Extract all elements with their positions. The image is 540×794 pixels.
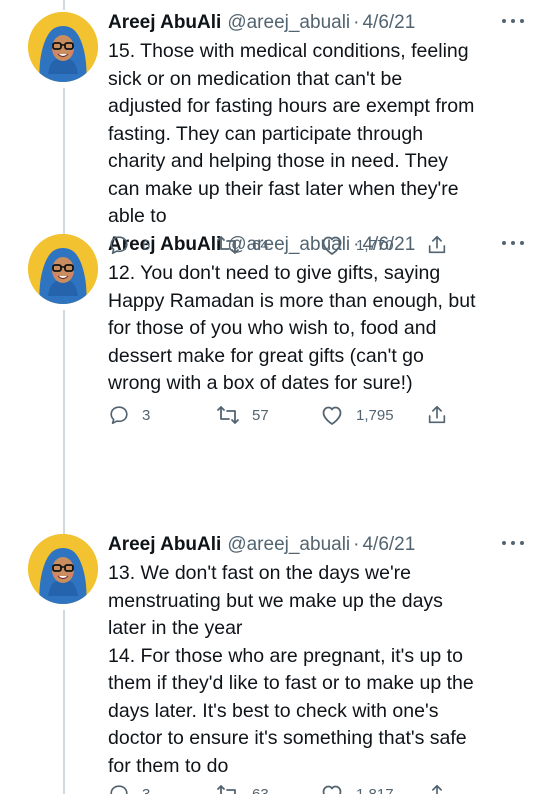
tweet-text-line: 13. We don't fast on the days we're — [108, 562, 412, 584]
retweet-icon — [216, 404, 240, 426]
like-button[interactable]: 1,795 — [320, 402, 394, 428]
share-icon — [426, 783, 448, 794]
share-icon — [426, 234, 448, 256]
tweet-text-line: 12. You don't need to give gifts, saying — [108, 262, 441, 284]
avatar[interactable] — [28, 12, 98, 82]
like-count: 1,817 — [356, 785, 394, 794]
tweet-text: 15. Those with medical conditions, feeli… — [108, 38, 526, 231]
tweet-header: Areej AbuAli @areej_abuali · 4/6/21 — [108, 530, 526, 560]
reply-icon — [108, 783, 130, 794]
tweet-text-line: can make up their fast later when they'r… — [108, 177, 459, 200]
tweet-text-line: 14. For those who are pregnant, it's up … — [108, 644, 463, 667]
retweet-icon — [216, 783, 240, 794]
tweet-text-line: adjusted for fasting hours are exempt fr… — [108, 95, 475, 117]
tweet-content: Areej AbuAli @areej_abuali · 4/6/21 13. … — [108, 530, 526, 780]
avatar[interactable] — [28, 234, 98, 304]
retweet-count: 57 — [252, 406, 269, 424]
retweet-count: 64 — [252, 236, 269, 254]
retweet-button[interactable]: 57 — [216, 402, 269, 428]
tweet-text-line: later in the year — [108, 617, 243, 639]
tweet-text-line: fasting. They can participate through — [108, 122, 424, 145]
tweet-text-line: days later. It's best to check with one'… — [108, 699, 439, 722]
reply-icon — [108, 234, 130, 256]
tweet-text-line: menstruating but we make up the days — [108, 589, 443, 612]
action-bar: 3 63 1,817 — [108, 781, 526, 794]
like-button[interactable]: 1,817 — [320, 781, 394, 794]
display-name[interactable]: Areej AbuAli — [108, 12, 221, 34]
share-icon — [426, 404, 448, 426]
retweet-button[interactable]: 64 — [216, 232, 269, 258]
reply-count: 3 — [142, 406, 151, 424]
tweet-text-line: for them to do — [108, 754, 229, 777]
tweet-text-line: doctor to ensure it's something that's s… — [108, 727, 467, 749]
share-button[interactable] — [426, 402, 448, 428]
user-handle[interactable]: @areej_abuali — [227, 534, 350, 556]
reply-count: 3 — [142, 785, 151, 794]
retweet-count: 63 — [252, 785, 269, 794]
tweet[interactable]: Areej AbuAli @areej_abuali · 4/6/21 13. … — [0, 522, 540, 794]
tweet-text-line: them if they'd like to fast or to make u… — [108, 672, 474, 694]
tweet-date[interactable]: 4/6/21 — [362, 534, 415, 556]
tweet-text-line: sick or on medication that can't be — [108, 67, 403, 90]
tweet-text-line: dessert make for great gifts (can't go — [108, 344, 424, 367]
tweet-text: 12. You don't need to give gifts, saying… — [108, 260, 526, 398]
avatar[interactable] — [28, 534, 98, 604]
separator-dot: · — [353, 534, 360, 555]
retweet-icon — [216, 234, 240, 256]
tweet-text-line: able to — [108, 205, 167, 227]
like-count: 1,795 — [356, 406, 394, 424]
reply-button[interactable]: 6 — [108, 232, 150, 258]
tweet-text-line: wrong with a box of dates for sure!) — [108, 372, 413, 394]
thread-line — [63, 88, 65, 234]
more-icon[interactable] — [502, 19, 524, 27]
like-icon — [320, 234, 344, 256]
tweet-text-line: 15. Those with medical conditions, feeli… — [108, 40, 469, 62]
reply-count: 6 — [142, 236, 151, 254]
like-icon — [320, 404, 344, 426]
tweet-text: 13. We don't fast on the days we're mens… — [108, 560, 526, 780]
like-count: 1,770 — [356, 236, 394, 254]
tweet-content: Areej AbuAli @areej_abuali · 4/6/21 15. … — [108, 8, 526, 231]
tweet-text-line: charity and helping those in need. They — [108, 150, 449, 172]
reply-icon — [108, 404, 130, 426]
tweet-text-line: Happy Ramadan is more than enough, but — [108, 289, 476, 312]
tweet[interactable]: Areej AbuAli @areej_abuali · 4/6/21 12. … — [0, 222, 540, 522]
user-handle[interactable]: @areej_abuali — [227, 12, 350, 34]
share-button[interactable] — [426, 781, 448, 794]
separator-dot: · — [353, 12, 360, 33]
tweet-date[interactable]: 4/6/21 — [362, 12, 415, 34]
display-name[interactable]: Areej AbuAli — [108, 534, 221, 556]
thread-line — [63, 0, 65, 10]
like-button[interactable]: 1,770 — [320, 232, 394, 258]
action-bar: 3 57 1,795 — [108, 402, 526, 428]
reply-button[interactable]: 3 — [108, 402, 150, 428]
retweet-button[interactable]: 63 — [216, 781, 269, 794]
more-icon[interactable] — [502, 541, 524, 549]
action-bar: 6 64 1,770 — [108, 232, 526, 258]
reply-button[interactable]: 3 — [108, 781, 150, 794]
like-icon — [320, 783, 344, 794]
tweet-text-line: for those of you who wish to, food and — [108, 317, 437, 339]
share-button[interactable] — [426, 232, 448, 258]
tweet-header: Areej AbuAli @areej_abuali · 4/6/21 — [108, 8, 526, 38]
